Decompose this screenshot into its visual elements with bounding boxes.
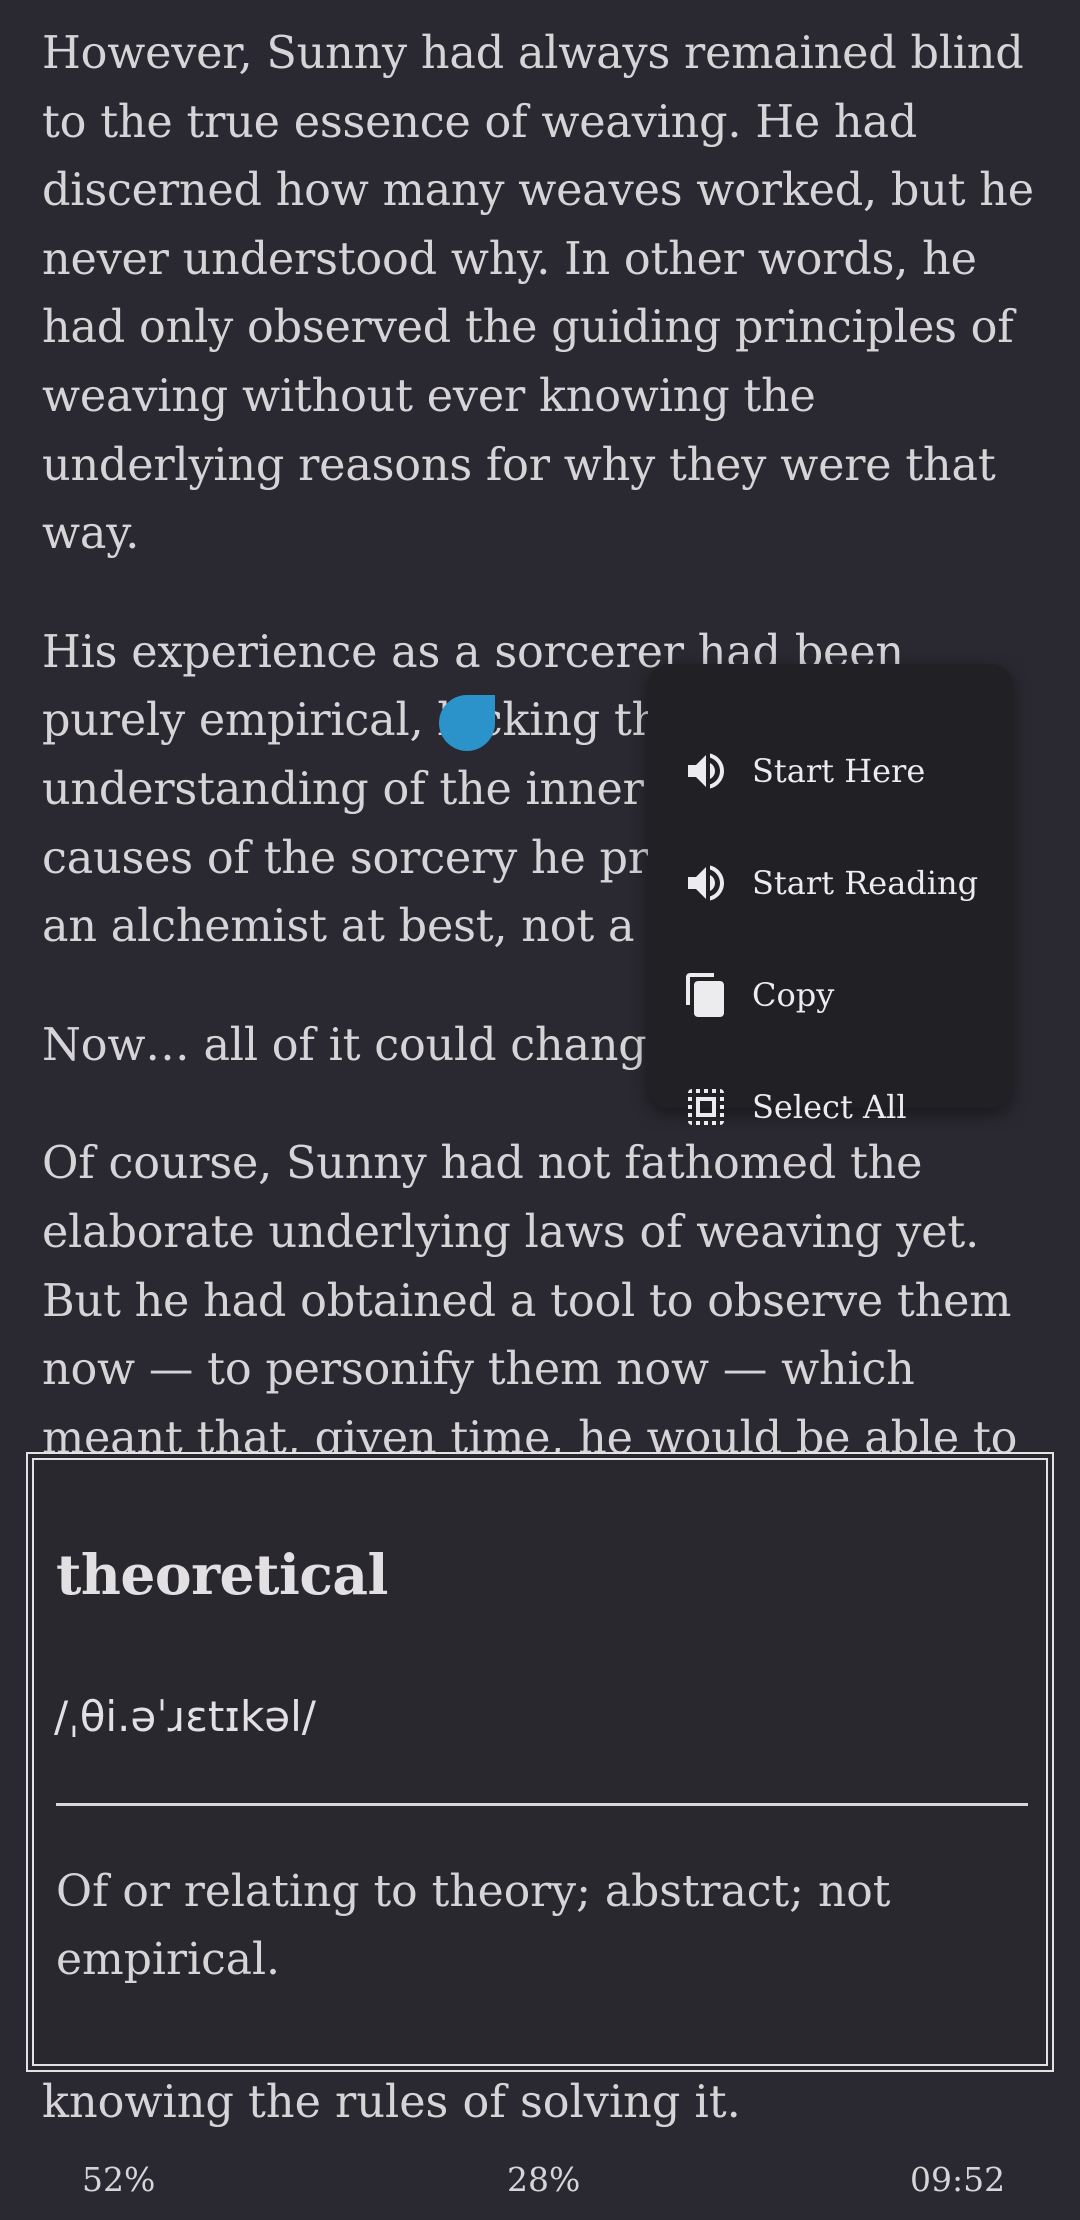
paragraph: However, Sunny had always remained blind… <box>42 28 1034 560</box>
menu-item-label: Select All <box>752 1088 907 1126</box>
copy-icon <box>682 971 730 1019</box>
dictionary-word: theoretical <box>56 1542 388 1607</box>
reading-progress: 28% <box>507 2160 581 2199</box>
menu-item-select-all[interactable]: Select All <box>648 1052 1012 1162</box>
paragraph-continuation: knowing the rules of solving it. <box>42 2077 741 2128</box>
battery-level: 52% <box>82 2160 156 2199</box>
menu-item-start-here[interactable]: Start Here <box>648 716 1012 826</box>
selection-handle-start[interactable] <box>439 695 495 751</box>
menu-item-label: Start Reading <box>752 864 979 902</box>
select-all-icon <box>682 1083 730 1131</box>
speaker-icon <box>682 747 730 795</box>
menu-item-copy[interactable]: Copy <box>648 940 1012 1050</box>
menu-item-label: Start Here <box>752 752 926 790</box>
dictionary-definition: Of or relating to theory; abstract; not … <box>56 1866 891 1985</box>
dictionary-popup: theoretical /ˌθi.əˈɹɛtɪkəl/ Of or relati… <box>26 1452 1054 2072</box>
divider <box>56 1803 1028 1806</box>
text-selection-menu: Start Here Start Reading Copy Select All <box>648 664 1012 1126</box>
menu-item-start-reading[interactable]: Start Reading <box>648 828 1012 938</box>
clock: 09:52 <box>910 2160 1006 2199</box>
speaker-icon <box>682 859 730 907</box>
dictionary-pronunciation: /ˌθi.əˈɹɛtɪkəl/ <box>54 1692 316 1741</box>
menu-item-label: Copy <box>752 976 835 1014</box>
